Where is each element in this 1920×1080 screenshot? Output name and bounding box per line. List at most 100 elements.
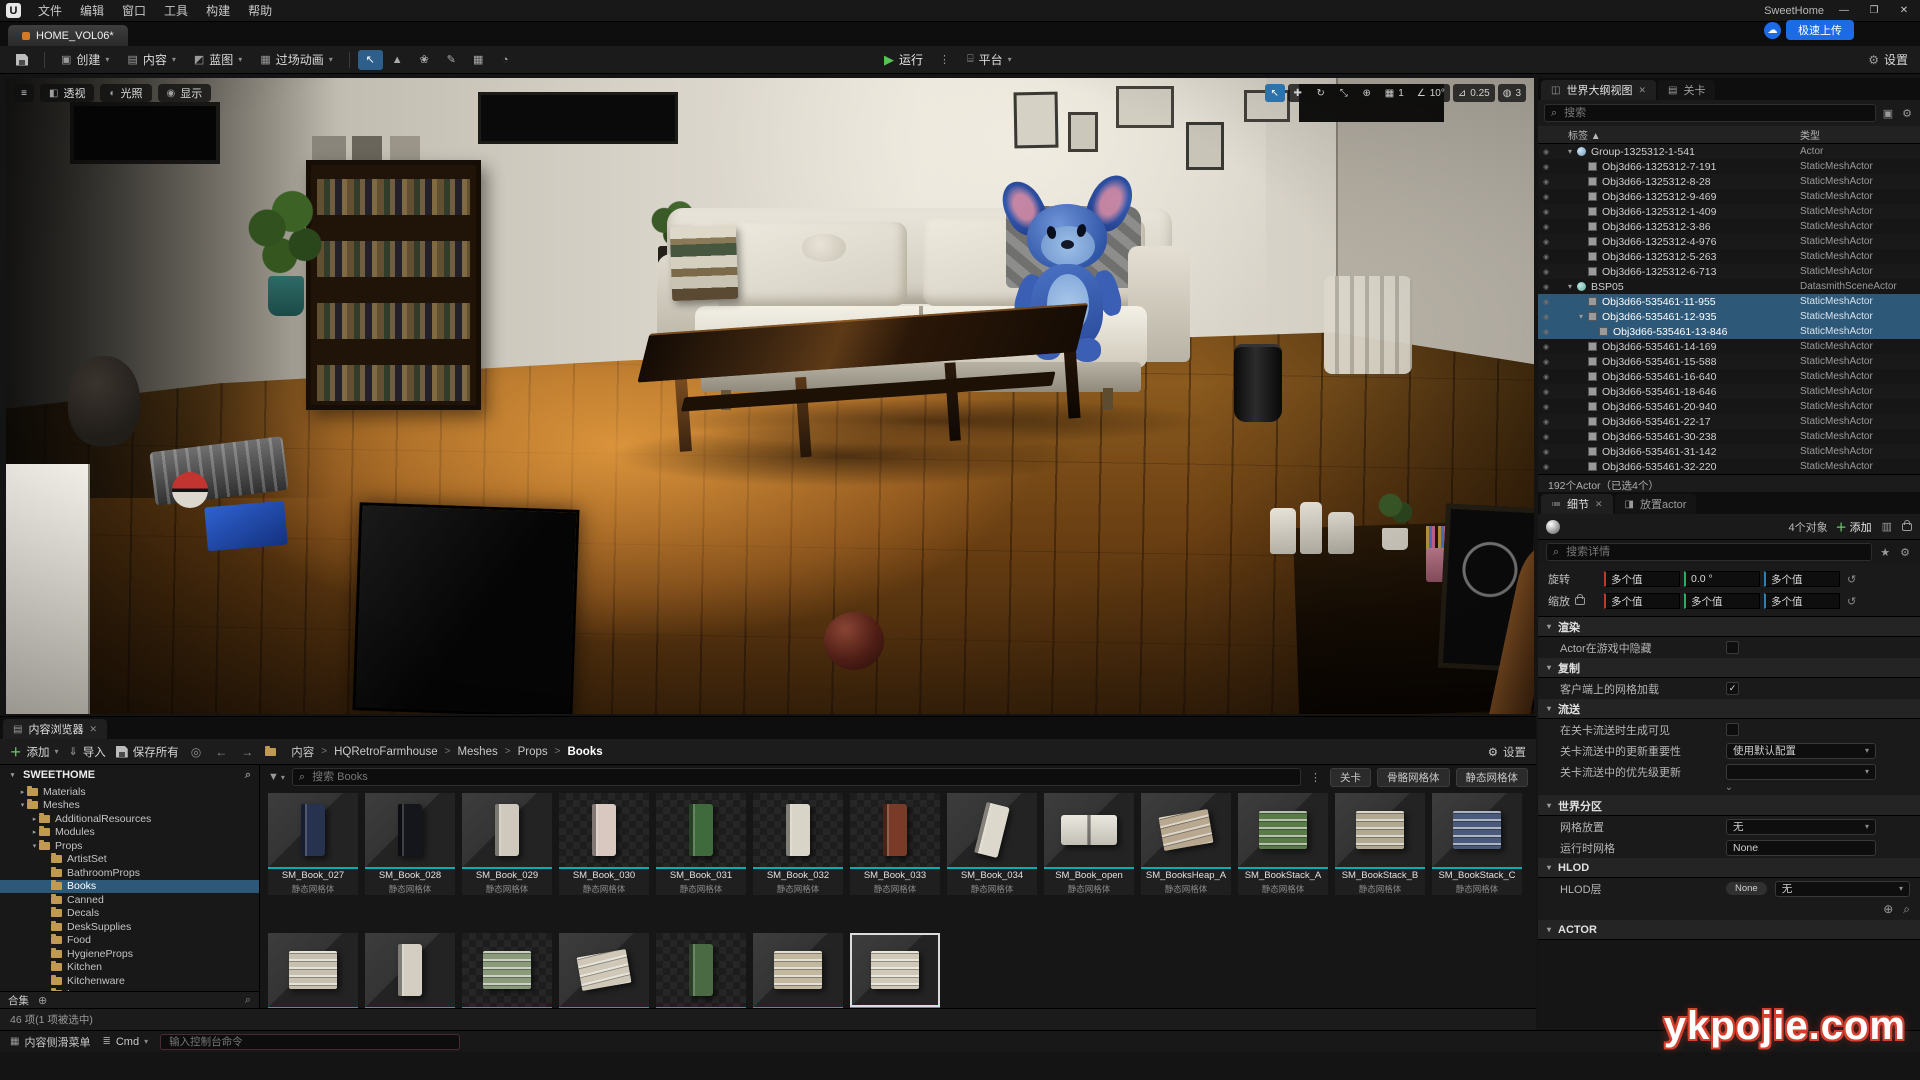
- tab-details[interactable]: ≔细节✕: [1541, 494, 1613, 514]
- save-all-button[interactable]: 保存所有: [116, 744, 179, 760]
- tree-folder[interactable]: Books: [0, 880, 259, 894]
- visibility-eye-icon[interactable]: ◉: [1538, 268, 1554, 276]
- expander-icon[interactable]: ▸: [30, 828, 39, 836]
- close-icon[interactable]: ✕: [1595, 499, 1603, 510]
- content-button[interactable]: ▤内容▾: [119, 48, 183, 71]
- dropdown[interactable]: 无▾: [1775, 881, 1910, 897]
- section-header[interactable]: ▾复制: [1538, 658, 1920, 678]
- outliner-search-input[interactable]: [1562, 106, 1869, 120]
- rotation-z-field[interactable]: 多个值: [1764, 571, 1840, 587]
- outliner-row[interactable]: ◉Obj3d66-535461-18-646StaticMeshActor: [1538, 384, 1920, 399]
- outliner-row[interactable]: ◉Obj3d66-1325312-4-976StaticMeshActor: [1538, 234, 1920, 249]
- tree-folder[interactable]: HygieneProps: [0, 947, 259, 961]
- scale-x-field[interactable]: 多个值: [1604, 593, 1680, 609]
- menu-item-3[interactable]: 工具: [155, 0, 197, 22]
- asset-tile[interactable]: [656, 933, 746, 1009]
- asset-searchbox[interactable]: ⌕: [292, 768, 1301, 786]
- history-icon[interactable]: ◎: [189, 745, 203, 759]
- content-drawer-button[interactable]: ▦内容侧滑菜单: [10, 1034, 90, 1050]
- expander-icon[interactable]: ▾: [30, 842, 39, 850]
- dropdown[interactable]: ▾: [1726, 764, 1876, 780]
- outliner-row[interactable]: ◉Obj3d66-535461-30-238StaticMeshActor: [1538, 429, 1920, 444]
- outliner-row[interactable]: ◉Obj3d66-535461-20-940StaticMeshActor: [1538, 399, 1920, 414]
- foliage-mode-button[interactable]: ❀: [412, 50, 437, 70]
- outliner-row[interactable]: ◉Obj3d66-535461-32-220StaticMeshActor: [1538, 459, 1920, 474]
- content-browser-settings-button[interactable]: ⚙设置: [1488, 744, 1526, 760]
- asset-tile[interactable]: SM_BooksHeap_A静态网格体: [1141, 793, 1231, 895]
- asset-tile[interactable]: SM_Book_032静态网格体: [753, 793, 843, 895]
- play-button[interactable]: ▶运行: [876, 48, 931, 71]
- search-icon[interactable]: ⌕: [245, 994, 251, 1007]
- tree-folder[interactable]: Canned: [0, 893, 259, 907]
- expander-icon[interactable]: ▾: [1576, 312, 1586, 321]
- tree-folder[interactable]: ▾Props: [0, 839, 259, 853]
- maximize-button[interactable]: ❐: [1866, 0, 1882, 22]
- menu-item-4[interactable]: 构建: [197, 0, 239, 22]
- fracture-mode-button[interactable]: ◔: [493, 50, 518, 70]
- visibility-eye-icon[interactable]: ◉: [1538, 328, 1554, 336]
- asset-tile[interactable]: [559, 933, 649, 1009]
- asset-tile[interactable]: [268, 933, 358, 1009]
- outliner-filter-icon[interactable]: ▣: [1881, 107, 1895, 120]
- world-space-icon[interactable]: ⊕: [1357, 84, 1377, 102]
- minimize-button[interactable]: —: [1836, 0, 1852, 22]
- menu-item-1[interactable]: 编辑: [71, 0, 113, 22]
- create-button[interactable]: ▣创建▾: [53, 48, 117, 71]
- add-asset-button[interactable]: ＋添加▾: [10, 744, 59, 760]
- move-tool-icon[interactable]: ✚: [1288, 84, 1308, 102]
- dropdown[interactable]: 使用默认配置▾: [1726, 743, 1876, 759]
- visibility-eye-icon[interactable]: ◉: [1538, 178, 1554, 186]
- scale-tool-icon[interactable]: ⤡: [1334, 84, 1354, 102]
- outliner-row[interactable]: ◉Obj3d66-535461-14-169StaticMeshActor: [1538, 339, 1920, 354]
- rotation-x-field[interactable]: 多个值: [1604, 571, 1680, 587]
- camera-speed-control[interactable]: ◍3: [1498, 84, 1526, 102]
- save-button[interactable]: [8, 51, 36, 69]
- scale-snap-toggle[interactable]: ⊿0.25: [1453, 84, 1495, 102]
- asset-tile[interactable]: SM_Book_027静态网格体: [268, 793, 358, 895]
- checkbox[interactable]: ✓: [1726, 682, 1739, 695]
- add-component-button[interactable]: ＋添加: [1836, 519, 1872, 535]
- outliner-settings-icon[interactable]: ⚙: [1900, 107, 1914, 120]
- asset-tile[interactable]: [850, 933, 940, 1009]
- column-label[interactable]: 标签 ▲: [1538, 127, 1601, 142]
- breadcrumb-segment[interactable]: HQRetroFarmhouse: [334, 746, 438, 758]
- expand-advanced-button[interactable]: ⌄: [1538, 782, 1920, 796]
- visibility-eye-icon[interactable]: ◉: [1538, 223, 1554, 231]
- visibility-eye-icon[interactable]: ◉: [1538, 388, 1554, 396]
- visibility-eye-icon[interactable]: ◉: [1538, 403, 1554, 411]
- tree-folder[interactable]: DeskSupplies: [0, 920, 259, 934]
- level-viewport[interactable]: ≡ ◧透视 ◐光照 ◉显示 ↖ ✚ ↻ ⤡ ⊕ ▦1 ∠10° ⊿0.25 ◍3: [6, 78, 1534, 714]
- dropdown[interactable]: 无▾: [1726, 819, 1876, 835]
- expander-icon[interactable]: ▸: [18, 788, 27, 796]
- view-mode-selector[interactable]: ◐光照: [100, 84, 151, 102]
- outliner-row[interactable]: ◉Obj3d66-1325312-3-86StaticMeshActor: [1538, 219, 1920, 234]
- section-header[interactable]: ▾渲染: [1538, 617, 1920, 637]
- menu-item-0[interactable]: 文件: [29, 0, 71, 22]
- visibility-eye-icon[interactable]: ◉: [1538, 148, 1554, 156]
- breadcrumb-segment[interactable]: Books: [567, 746, 602, 758]
- add-collection-icon[interactable]: ⊕: [36, 994, 49, 1007]
- outliner-row[interactable]: ◉Obj3d66-535461-11-955StaticMeshActor: [1538, 294, 1920, 309]
- scale-y-field[interactable]: 多个值: [1684, 593, 1760, 609]
- outliner-row[interactable]: ◉Obj3d66-1325312-8-28StaticMeshActor: [1538, 174, 1920, 189]
- brush-mode-button[interactable]: ✎: [439, 50, 464, 70]
- close-button[interactable]: ✕: [1896, 0, 1912, 22]
- tree-folder[interactable]: ▸Materials: [0, 785, 259, 799]
- outliner-row[interactable]: ◉Obj3d66-535461-31-142StaticMeshActor: [1538, 444, 1920, 459]
- asset-tile[interactable]: SM_Book_028静态网格体: [365, 793, 455, 895]
- outliner-searchbox[interactable]: ⌕: [1544, 104, 1876, 122]
- tree-folder[interactable]: Kitchenware: [0, 974, 259, 988]
- tree-folder[interactable]: ▸Modules: [0, 826, 259, 840]
- outliner-row[interactable]: ◉Obj3d66-535461-15-588StaticMeshActor: [1538, 354, 1920, 369]
- view-options-icon[interactable]: ⋮: [1308, 771, 1323, 784]
- filter-chip[interactable]: 骨骼网格体: [1377, 768, 1450, 787]
- forward-arrow-icon[interactable]: →: [239, 745, 255, 759]
- breadcrumb-segment[interactable]: Props: [518, 746, 548, 758]
- tree-root[interactable]: ▾ SWEETHOME ⌕: [0, 765, 259, 785]
- visibility-eye-icon[interactable]: ◉: [1538, 298, 1554, 306]
- visibility-eye-icon[interactable]: ◉: [1538, 373, 1554, 381]
- visibility-eye-icon[interactable]: ◉: [1538, 418, 1554, 426]
- visibility-eye-icon[interactable]: ◉: [1538, 358, 1554, 366]
- details-favorites-icon[interactable]: ★: [1878, 546, 1892, 559]
- outliner-row[interactable]: ◉▾Obj3d66-535461-12-935StaticMeshActor: [1538, 309, 1920, 324]
